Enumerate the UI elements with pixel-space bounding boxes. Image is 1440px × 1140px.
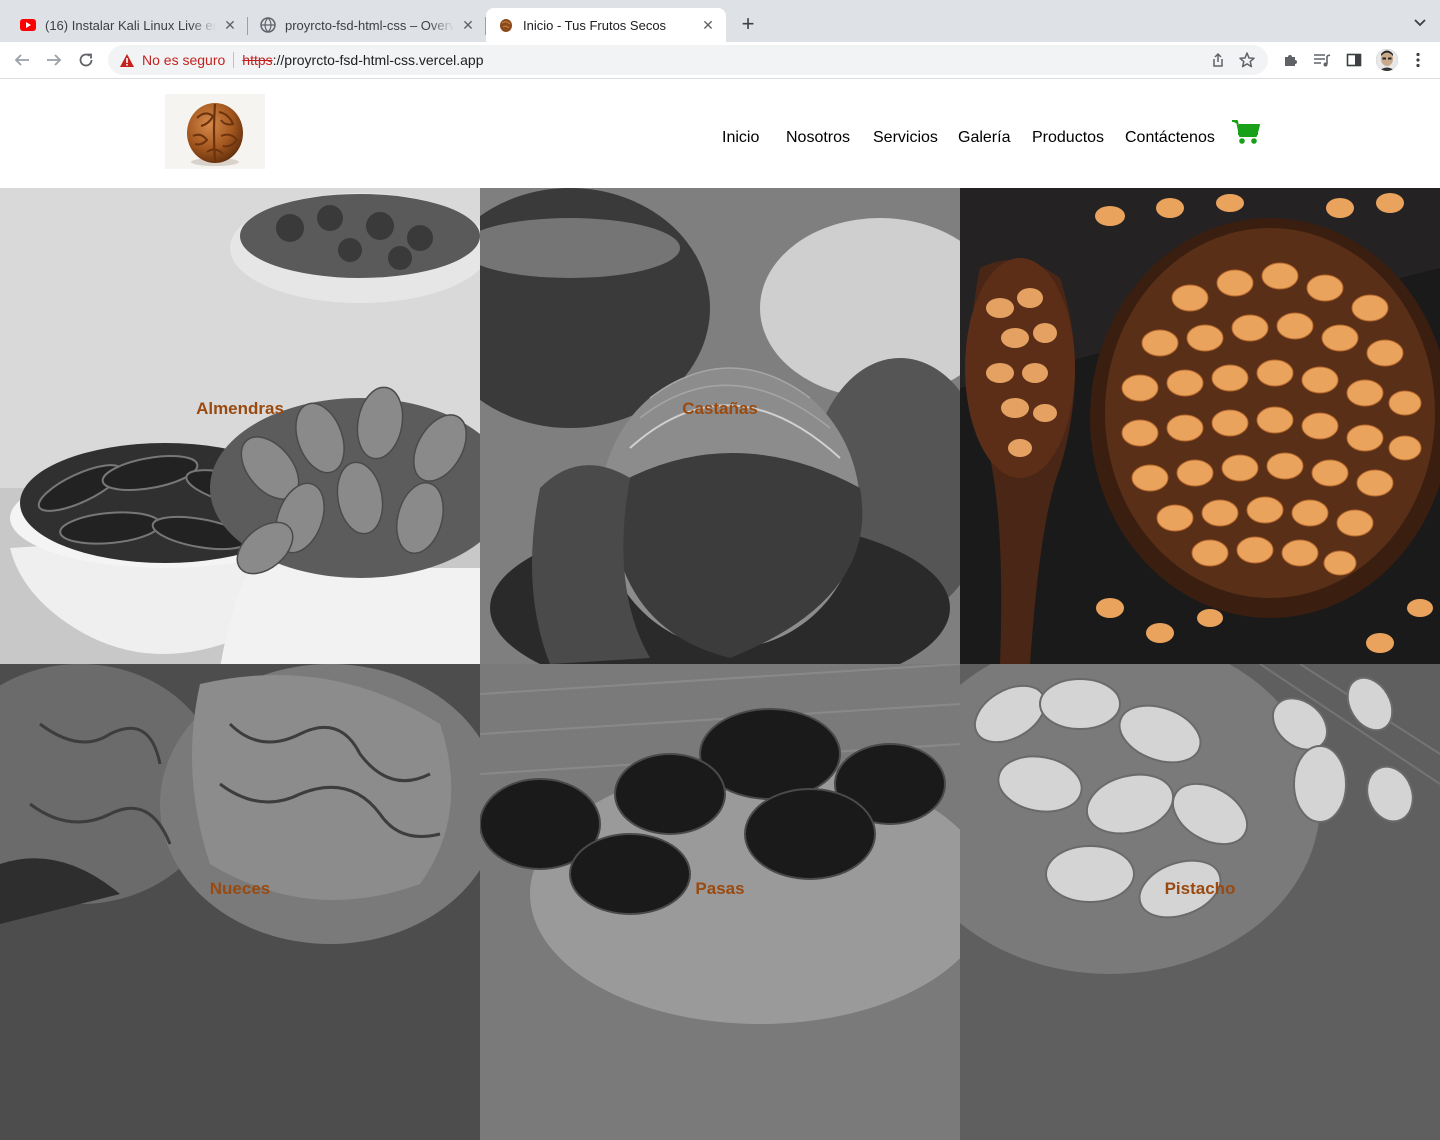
- nav-link-nosotros[interactable]: Nosotros: [786, 129, 850, 147]
- browser-tab[interactable]: proyrcto-fsd-html-css – Overview – Verce…: [248, 8, 486, 42]
- peanuts-photo: [960, 188, 1440, 664]
- tab-strip: (16) Instalar Kali Linux Live en USB ✕ p…: [0, 0, 1440, 42]
- extensions-icon[interactable]: [1281, 51, 1299, 69]
- warning-icon[interactable]: [118, 51, 136, 69]
- chestnuts-photo: [480, 188, 960, 664]
- security-status[interactable]: No es seguro: [142, 52, 225, 68]
- url-scheme: https: [242, 52, 273, 68]
- browser-tab[interactable]: (16) Instalar Kali Linux Live en USB ✕: [8, 8, 248, 42]
- menu-kebab-icon[interactable]: [1409, 51, 1427, 69]
- almonds-photo: [0, 188, 480, 664]
- globe-icon: [260, 17, 276, 33]
- prunes-photo: [480, 664, 960, 1140]
- close-tab-icon[interactable]: ✕: [460, 17, 476, 33]
- browser-toolbar: No es seguro https ://proyrcto-fsd-html-…: [0, 42, 1440, 79]
- profile-avatar[interactable]: [1376, 49, 1398, 71]
- gallery-label: Pistacho: [1164, 879, 1236, 898]
- youtube-icon: [20, 17, 36, 33]
- gallery-label: Almendras: [196, 399, 284, 418]
- tab-title: Inicio - Tus Frutos Secos: [523, 17, 667, 33]
- pistachios-photo: [960, 664, 1440, 1140]
- gallery-tile-pistacho[interactable]: Pistacho: [960, 664, 1440, 1140]
- tab-search-icon[interactable]: [1412, 14, 1428, 30]
- address-bar[interactable]: No es seguro https ://proyrcto-fsd-html-…: [108, 45, 1268, 75]
- gallery-label: Castañas: [682, 399, 758, 418]
- gallery-tile-almendras[interactable]: Almendras: [0, 188, 480, 664]
- share-icon[interactable]: [1210, 52, 1226, 68]
- new-tab-button[interactable]: +: [736, 13, 760, 37]
- nav-link-inicio[interactable]: Inicio: [722, 129, 759, 147]
- divider: [233, 52, 235, 68]
- gallery-tile-nueces[interactable]: Nueces: [0, 664, 480, 1140]
- forward-icon[interactable]: [44, 50, 64, 70]
- site-header: Inicio Nosotros Servicios Galería Produc…: [0, 79, 1440, 188]
- close-tab-icon[interactable]: ✕: [700, 17, 716, 33]
- reload-icon[interactable]: [76, 50, 96, 70]
- browser-tab-active[interactable]: Inicio - Tus Frutos Secos ✕: [486, 8, 726, 42]
- cart-icon[interactable]: [1231, 118, 1261, 146]
- tab-title: (16) Instalar Kali Linux Live en USB: [45, 17, 216, 33]
- gallery-label: Pasas: [695, 879, 745, 898]
- nav-link-contactenos[interactable]: Contáctenos: [1125, 129, 1215, 147]
- walnut-icon: [498, 17, 514, 33]
- url-text: ://proyrcto-fsd-html-css.vercel.app: [272, 52, 484, 68]
- back-icon[interactable]: [12, 50, 32, 70]
- nav-link-galeria[interactable]: Galería: [958, 129, 1010, 147]
- walnut-logo[interactable]: [165, 94, 265, 169]
- walnuts-photo: [0, 664, 480, 1140]
- nav-link-productos[interactable]: Productos: [1032, 129, 1104, 147]
- close-tab-icon[interactable]: ✕: [222, 17, 238, 33]
- media-control-icon[interactable]: [1313, 51, 1331, 69]
- tab-title: proyrcto-fsd-html-css – Overview – Verce…: [285, 17, 454, 33]
- gallery-tile-castanas[interactable]: Castañas: [480, 188, 960, 664]
- gallery-tile-cacahuetes[interactable]: [960, 188, 1440, 664]
- side-panel-icon[interactable]: [1345, 51, 1363, 69]
- bookmark-star-icon[interactable]: [1238, 51, 1256, 69]
- nav-link-servicios[interactable]: Servicios: [873, 129, 938, 147]
- gallery-tile-pasas[interactable]: Pasas: [480, 664, 960, 1140]
- gallery-label: Nueces: [209, 879, 271, 898]
- product-gallery: Almendras Castañas Nueces Pasas Pistacho: [0, 188, 1440, 1140]
